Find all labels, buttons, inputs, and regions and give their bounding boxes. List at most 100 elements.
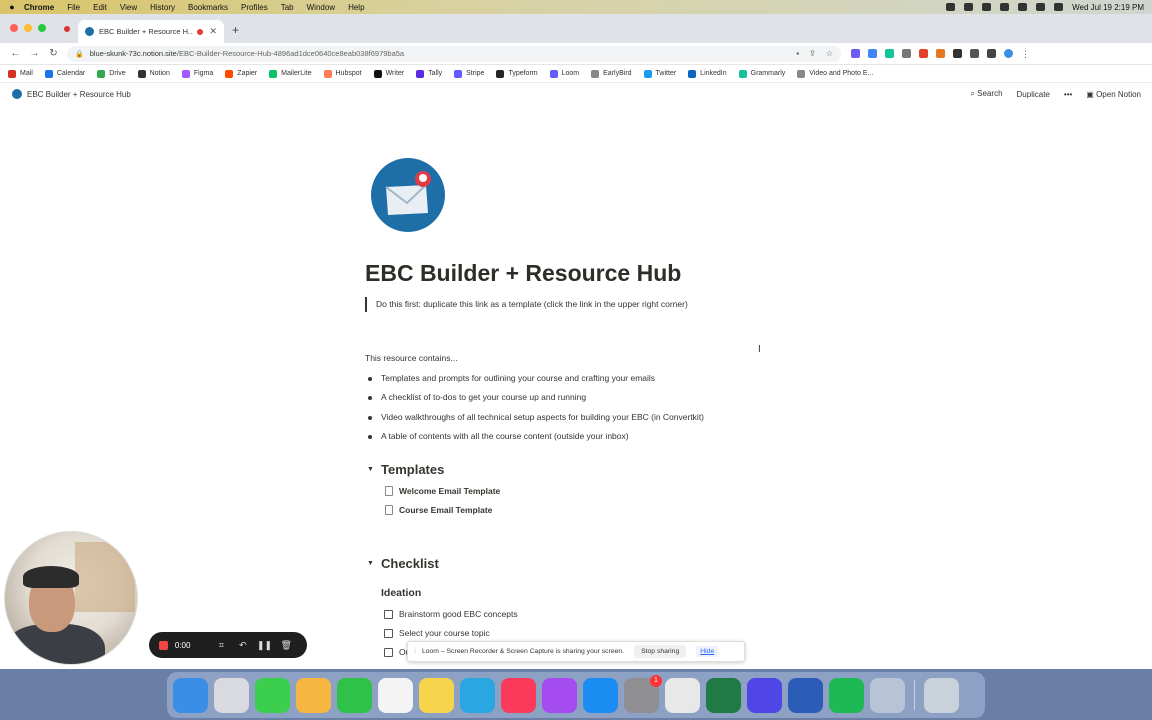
loom-icon[interactable]: [747, 677, 782, 713]
open-notion-button[interactable]: ▣ Open Notion: [1086, 90, 1141, 99]
facetime-icon[interactable]: [337, 677, 372, 713]
camera-blocked-icon[interactable]: ▪: [796, 49, 799, 58]
menu-tab[interactable]: Tab: [281, 3, 294, 12]
extension-icon[interactable]: [936, 49, 945, 58]
bookmark-tally[interactable]: Tally: [416, 69, 442, 78]
back-icon[interactable]: ←: [6, 48, 25, 59]
menu-bookmarks[interactable]: Bookmarks: [188, 3, 228, 12]
breadcrumb[interactable]: EBC Builder + Resource Hub: [27, 90, 131, 99]
wifi-icon[interactable]: [1018, 3, 1028, 11]
new-tab-icon[interactable]: +: [232, 23, 239, 37]
zoom-window-icon[interactable]: [38, 24, 46, 32]
notes-icon[interactable]: [419, 677, 454, 713]
webcam-bubble[interactable]: [4, 531, 138, 665]
undo-icon[interactable]: ↶: [232, 640, 254, 651]
menu-file[interactable]: File: [67, 3, 80, 12]
bookmark-video-and-photo-e[interactable]: Video and Photo E...: [797, 69, 873, 78]
loom-status-icon[interactable]: [964, 3, 974, 11]
bookmark-drive[interactable]: Drive: [97, 69, 126, 78]
course-email-template-link[interactable]: Course Email Template: [385, 505, 492, 515]
extension-icon[interactable]: [885, 49, 894, 58]
freeform-icon[interactable]: [460, 677, 495, 713]
spotify-icon[interactable]: [829, 677, 864, 713]
welcome-email-template-link[interactable]: Welcome Email Template: [385, 486, 500, 496]
podcasts-icon[interactable]: [542, 677, 577, 713]
menu-history[interactable]: History: [150, 3, 175, 12]
bookmark-earlybird[interactable]: EarlyBird: [591, 69, 632, 78]
toggle-triangle-icon[interactable]: ▼: [367, 560, 374, 567]
reload-icon[interactable]: ↻: [44, 48, 63, 59]
system-settings-icon[interactable]: 1: [624, 674, 662, 713]
lock-icon[interactable]: 🔒: [75, 50, 84, 58]
preview-icon[interactable]: [870, 677, 905, 713]
bookmark-mail[interactable]: Mail: [8, 69, 33, 78]
spotlight-icon[interactable]: [1036, 3, 1046, 11]
menu-window[interactable]: Window: [307, 3, 335, 12]
clock[interactable]: Wed Jul 19 2:19 PM: [1072, 3, 1144, 12]
checklist-toggle-heading[interactable]: ▼ Checklist: [367, 556, 439, 571]
reminders-icon[interactable]: [378, 677, 413, 713]
profile-avatar[interactable]: [1004, 49, 1013, 58]
minimize-window-icon[interactable]: [24, 24, 32, 32]
extension-icon[interactable]: [902, 49, 911, 58]
drawing-tool-icon[interactable]: ⌗: [210, 640, 232, 651]
finder-icon[interactable]: [173, 677, 208, 713]
templates-toggle-heading[interactable]: ▼ Templates: [367, 462, 444, 477]
bookmark-figma[interactable]: Figma: [181, 69, 213, 78]
bookmark-stripe[interactable]: Stripe: [454, 69, 484, 78]
delete-recording-icon[interactable]: 🗑: [275, 640, 297, 651]
sidebar-icon[interactable]: [987, 49, 996, 58]
music-icon[interactable]: [501, 677, 536, 713]
stop-recording-button[interactable]: [159, 640, 168, 650]
more-options-icon[interactable]: •••: [1064, 90, 1072, 99]
duplicate-button[interactable]: Duplicate: [1017, 90, 1050, 99]
menu-edit[interactable]: Edit: [93, 3, 107, 12]
bookmark-zapier[interactable]: Zapier: [225, 69, 257, 78]
launchpad-icon[interactable]: [214, 677, 249, 713]
word-icon[interactable]: [788, 677, 823, 713]
forward-icon[interactable]: →: [25, 48, 44, 59]
menu-chrome[interactable]: Chrome: [24, 3, 54, 12]
address-bar[interactable]: 🔒 blue-skunk-73c.notion.site/EBC-Builder…: [67, 45, 841, 62]
todo-checkbox[interactable]: [384, 647, 393, 657]
extension-icon[interactable]: [919, 49, 928, 58]
extension-icon[interactable]: [868, 49, 877, 58]
close-window-icon[interactable]: [10, 24, 18, 32]
search-button[interactable]: ⌕ Search: [970, 89, 1002, 99]
grammarly-status-icon[interactable]: [982, 3, 992, 11]
battery-icon[interactable]: [1000, 3, 1010, 11]
share-icon[interactable]: ⇪: [809, 49, 816, 58]
close-tab-icon[interactable]: ✕: [209, 26, 217, 37]
bookmark-star-icon[interactable]: ☆: [826, 49, 833, 58]
menu-profiles[interactable]: Profiles: [241, 3, 268, 12]
messages-icon[interactable]: [255, 677, 290, 713]
pause-icon[interactable]: ❚❚: [254, 640, 276, 651]
excel-icon[interactable]: [706, 677, 741, 713]
bookmark-grammarly[interactable]: Grammarly: [738, 69, 785, 78]
toggle-triangle-icon[interactable]: ▼: [367, 466, 374, 473]
menu-view[interactable]: View: [120, 3, 137, 12]
extension-icon[interactable]: [953, 49, 962, 58]
todo-checkbox[interactable]: [384, 609, 393, 619]
menu-help[interactable]: Help: [348, 3, 364, 12]
puzzle-icon[interactable]: [970, 49, 979, 58]
trash-icon[interactable]: [924, 677, 959, 713]
drag-handle-icon[interactable]: ⁞: [414, 648, 416, 655]
hide-banner-button[interactable]: Hide: [696, 646, 719, 657]
tab-ebc-builder[interactable]: EBC Builder + Resource H... ✕: [78, 20, 224, 43]
chrome-icon[interactable]: [665, 677, 700, 713]
kebab-menu-icon[interactable]: ⋮: [1021, 49, 1030, 59]
envelope-lightbulb-icon[interactable]: [370, 157, 446, 233]
bookmark-calendar[interactable]: Calendar: [44, 69, 85, 78]
photos-icon[interactable]: [296, 677, 331, 713]
stop-sharing-button[interactable]: Stop sharing: [634, 645, 687, 658]
bookmark-typeform[interactable]: Typeform: [496, 69, 538, 78]
control-center-icon[interactable]: [1054, 3, 1064, 11]
bookmark-mailerlite[interactable]: MailerLite: [269, 69, 312, 78]
bookmark-hubspot[interactable]: Hubspot: [323, 69, 362, 78]
bookmark-twitter[interactable]: Twitter: [643, 69, 676, 78]
bookmark-writer[interactable]: Writer: [373, 69, 404, 78]
bookmark-notion[interactable]: Notion: [137, 69, 170, 78]
extension-icon[interactable]: [851, 49, 860, 58]
bookmark-loom[interactable]: Loom: [549, 69, 579, 78]
